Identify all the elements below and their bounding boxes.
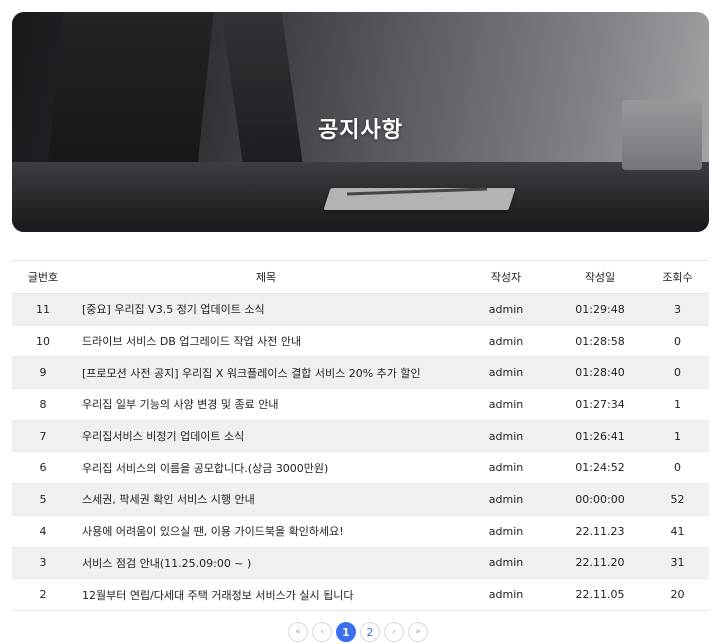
cell-title-link[interactable]: 우리집 서비스의 이름을 공모합니다.(상금 3000만원): [74, 451, 458, 485]
cell-date: 22.11.20: [554, 547, 646, 580]
cell-title-link[interactable]: 서비스 점검 안내(11.25.09:00 ~ ): [74, 547, 458, 580]
cell-date: 22.11.23: [554, 515, 646, 548]
notice-table-body: 11 [중요] 우리집 V3.5 정기 업데이트 소식 admin 01:29:48 3…: [12, 293, 709, 611]
cell-views: 31: [646, 547, 709, 580]
table-row[interactable]: 2 12월부터 연립/다세대 주택 거래정보 서비스가 실시 됩니다 admin 22…: [12, 578, 709, 611]
header-date: 작성일: [554, 260, 646, 294]
cell-date: 01:28:58: [554, 325, 646, 358]
cell-no: 7: [12, 420, 74, 453]
cell-date: 01:26:41: [554, 420, 646, 453]
cell-title-link[interactable]: 우리집 일부 기능의 사양 변경 및 종료 안내: [74, 388, 458, 421]
cell-views: 3: [646, 293, 709, 326]
page-button-1[interactable]: 1: [336, 622, 356, 642]
cell-writer: admin: [458, 420, 554, 453]
prev-page-button[interactable]: ‹: [312, 622, 332, 642]
cell-writer: admin: [458, 451, 554, 485]
table-row[interactable]: 7 우리집서비스 비정기 업데이트 소식 admin 01:26:41 1: [12, 420, 709, 453]
cell-date: 01:29:48: [554, 293, 646, 326]
pagination: « ‹ 1 2 › »: [0, 620, 716, 644]
table-row[interactable]: 3 서비스 점검 안내(11.25.09:00 ~ ) admin 22.11.20 3…: [12, 547, 709, 580]
next-page-button[interactable]: ›: [384, 622, 404, 642]
cell-title-link[interactable]: 우리집서비스 비정기 업데이트 소식: [74, 420, 458, 453]
header-title: 제목: [74, 260, 458, 294]
table-row[interactable]: 10 드라이브 서비스 DB 업그레이드 작업 사전 안내 admin 01:28:5…: [12, 325, 709, 358]
last-page-button[interactable]: »: [408, 622, 428, 642]
cell-no: 5: [12, 483, 74, 516]
table-row[interactable]: 8 우리집 일부 기능의 사양 변경 및 종료 안내 admin 01:27:34 1: [12, 388, 709, 421]
cell-no: 3: [12, 547, 74, 580]
cell-title-link[interactable]: 12월부터 연립/다세대 주택 거래정보 서비스가 실시 됩니다: [74, 578, 458, 611]
cell-views: 1: [646, 388, 709, 421]
cell-views: 52: [646, 483, 709, 516]
cell-writer: admin: [458, 483, 554, 516]
header-views: 조회수: [646, 260, 709, 294]
cell-no: 10: [12, 325, 74, 358]
page-button-2[interactable]: 2: [360, 622, 380, 642]
table-row[interactable]: 11 [중요] 우리집 V3.5 정기 업데이트 소식 admin 01:29:48 3: [12, 293, 709, 326]
table-row[interactable]: 4 사용에 어려움이 있으실 땐, 이용 가이드북을 확인하세요! admin 22.…: [12, 515, 709, 548]
cell-writer: admin: [458, 547, 554, 580]
cell-no: 8: [12, 388, 74, 421]
page-title: 공지사항: [318, 118, 403, 143]
notice-table: 글번호 제목 작성자 작성일 조회수 11 [중요] 우리집 V3.5 정기 업데…: [12, 260, 709, 611]
cell-writer: admin: [458, 325, 554, 358]
cell-date: 00:00:00: [554, 483, 646, 516]
header-writer: 작성자: [458, 260, 554, 294]
cell-no: 9: [12, 356, 74, 390]
first-page-button[interactable]: «: [288, 622, 308, 642]
cell-title-link[interactable]: [중요] 우리집 V3.5 정기 업데이트 소식: [74, 293, 458, 326]
cell-title-link[interactable]: 드라이브 서비스 DB 업그레이드 작업 사전 안내: [74, 325, 458, 358]
cell-date: 01:24:52: [554, 451, 646, 485]
header-no: 글번호: [12, 260, 74, 294]
cell-no: 4: [12, 515, 74, 548]
cell-writer: admin: [458, 515, 554, 548]
cell-date: 22.11.05: [554, 578, 646, 611]
hero-banner: 공지사항: [12, 12, 709, 232]
cell-title-link[interactable]: [프로모션 사전 공지] 우리집 X 워크플레이스 결합 서비스 20% 추가 …: [74, 356, 458, 390]
cell-title-link[interactable]: 스세권, 팍세권 확인 서비스 시행 안내: [74, 483, 458, 516]
cell-no: 11: [12, 293, 74, 326]
table-header-row: 글번호 제목 작성자 작성일 조회수: [12, 260, 709, 294]
cell-writer: admin: [458, 293, 554, 326]
cell-views: 1: [646, 420, 709, 453]
cell-views: 0: [646, 451, 709, 485]
cell-views: 20: [646, 578, 709, 611]
cell-writer: admin: [458, 356, 554, 390]
cell-writer: admin: [458, 578, 554, 611]
table-row[interactable]: 9 [프로모션 사전 공지] 우리집 X 워크플레이스 결합 서비스 20% 추가…: [12, 356, 709, 390]
cell-views: 0: [646, 325, 709, 358]
cell-writer: admin: [458, 388, 554, 421]
cell-date: 01:27:34: [554, 388, 646, 421]
cell-no: 2: [12, 578, 74, 611]
cell-views: 41: [646, 515, 709, 548]
cell-no: 6: [12, 451, 74, 485]
cell-date: 01:28:40: [554, 356, 646, 390]
cell-title-link[interactable]: 사용에 어려움이 있으실 땐, 이용 가이드북을 확인하세요!: [74, 515, 458, 548]
cell-views: 0: [646, 356, 709, 390]
table-row[interactable]: 5 스세권, 팍세권 확인 서비스 시행 안내 admin 00:00:00 52: [12, 483, 709, 516]
table-row[interactable]: 6 우리집 서비스의 이름을 공모합니다.(상금 3000만원) admin 01:2…: [12, 451, 709, 485]
